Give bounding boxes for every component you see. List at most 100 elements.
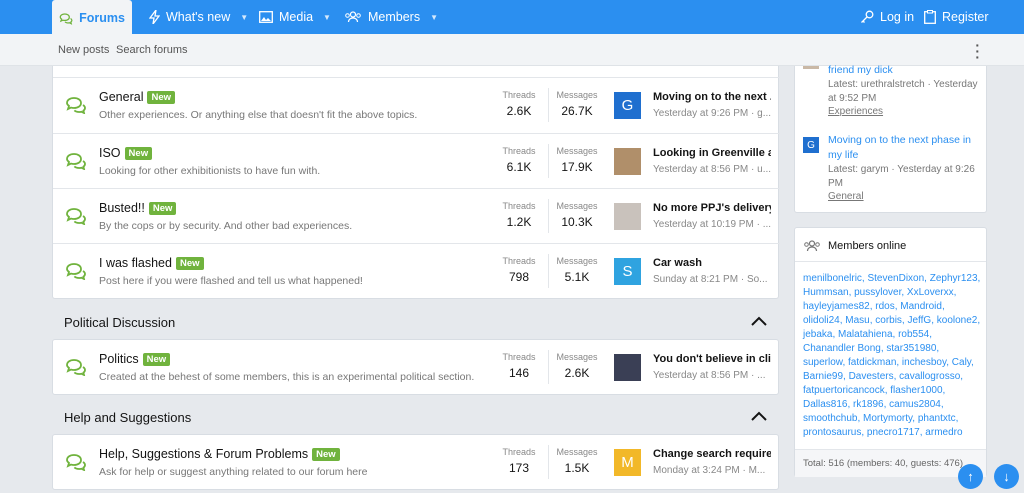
last-post-title-link[interactable]: Change search require...: [653, 448, 771, 460]
last-poster-avatar[interactable]: G: [614, 92, 641, 119]
forums-bubble-icon: [59, 12, 73, 25]
forum-row[interactable]: General New Other experiences. Or anything…: [53, 78, 780, 133]
forum-description: Created at the behest of some members, t…: [99, 371, 475, 383]
threads-stat: Threads 2.6K: [489, 90, 549, 118]
messages-count: 26.7K: [561, 104, 593, 118]
more-options-icon[interactable]: · · ·: [975, 38, 980, 64]
scroll-up-button[interactable]: ↑: [958, 464, 983, 489]
messages-count: 17.9K: [561, 160, 593, 174]
nav-tab-members[interactable]: Members ▼: [337, 0, 445, 34]
forum-title-link[interactable]: General: [99, 90, 143, 104]
forum-list-panel: General New Other experiences. Or anything…: [52, 66, 780, 299]
chevron-up-icon[interactable]: [751, 411, 767, 421]
chevron-up-icon[interactable]: [751, 316, 767, 326]
forum-list-panel-help: Help, Suggestions & Forum Problems New Ask…: [52, 434, 779, 490]
new-badge: New: [142, 352, 171, 366]
new-badge: New: [175, 256, 204, 270]
sidebar-members-online: Members online menilbonelric, StevenDixo…: [794, 227, 987, 477]
messages-label: Messages: [556, 146, 598, 156]
threads-count: 2.6K: [506, 104, 532, 118]
sub-navigation-bar: New posts Search forums · · ·: [0, 34, 1024, 66]
arrow-up-icon: ↑: [967, 469, 974, 484]
threads-count: 1.2K: [506, 215, 532, 229]
forum-bubble-icon: [66, 359, 86, 376]
nav-tab-forums[interactable]: Forums: [52, 0, 132, 36]
threads-label: Threads: [502, 447, 536, 457]
forum-row[interactable]: Help, Suggestions & Forum Problems New Ask…: [53, 435, 780, 490]
messages-stat: Messages 17.9K: [547, 146, 607, 174]
forum-bubble-icon: [66, 153, 86, 170]
messages-stat: Messages 26.7K: [547, 90, 607, 118]
nav-tab-whats-new[interactable]: What's new ▼: [142, 0, 255, 34]
forum-description: Other experiences. Or anything else that…: [99, 109, 418, 121]
threads-label: Threads: [502, 201, 536, 211]
last-post-meta[interactable]: Yesterday at 8:56 PM · ...: [653, 370, 771, 381]
divider: [795, 261, 986, 262]
threads-count: 798: [508, 270, 530, 284]
last-poster-avatar[interactable]: [614, 148, 641, 175]
panel-top-edge: [53, 66, 780, 78]
new-posts-link[interactable]: New posts: [58, 44, 109, 56]
last-post-meta[interactable]: Sunday at 8:21 PM · So...: [653, 274, 771, 285]
nav-members-label: Members: [368, 10, 421, 24]
latest-thread-link[interactable]: Moving on to the next phase in my life: [828, 133, 983, 163]
forum-bubble-icon: [66, 454, 86, 471]
forum-row[interactable]: ISO New Looking for other exhibitionists t…: [53, 133, 780, 188]
messages-label: Messages: [556, 352, 598, 362]
last-post-title-link[interactable]: No more PPJ's delivery ...: [653, 202, 771, 214]
threads-stat: Threads 798: [489, 256, 549, 284]
messages-label: Messages: [556, 256, 598, 266]
last-post-meta[interactable]: Yesterday at 8:56 PM · u...: [653, 164, 771, 175]
category-header-help[interactable]: Help and Suggestions: [52, 400, 779, 434]
register-label: Register: [942, 10, 989, 24]
clipboard-icon: [924, 10, 936, 24]
last-poster-avatar[interactable]: [614, 354, 641, 381]
online-members-list[interactable]: menilbonelric, StevenDixon, Zephyr123, H…: [803, 272, 983, 440]
login-link[interactable]: Log in: [853, 0, 921, 34]
lightning-bolt-icon: [149, 10, 160, 24]
forum-title-link[interactable]: Politics: [99, 352, 139, 366]
messages-label: Messages: [556, 90, 598, 100]
forum-title-link[interactable]: I was flashed: [99, 256, 172, 270]
chevron-down-icon: ▼: [240, 12, 249, 22]
last-post-title-link[interactable]: You don't believe in cli...: [653, 353, 771, 365]
forum-title-link[interactable]: Help, Suggestions & Forum Problems: [99, 447, 308, 461]
last-post-meta[interactable]: Yesterday at 10:19 PM · ...: [653, 219, 771, 230]
nav-media-label: Media: [279, 10, 314, 24]
new-badge: New: [312, 447, 340, 461]
latest-thread-forum-link[interactable]: Experiences: [828, 106, 883, 117]
chevron-down-icon: ▼: [430, 12, 439, 22]
messages-stat: Messages 1.5K: [547, 447, 607, 475]
category-header-political[interactable]: Political Discussion: [52, 305, 779, 339]
latest-thread-forum-link[interactable]: General: [828, 191, 864, 202]
last-post-meta[interactable]: Yesterday at 9:26 PM · g...: [653, 108, 771, 119]
forum-bubble-icon: [66, 97, 86, 114]
nav-tab-media[interactable]: Media ▼: [252, 0, 338, 34]
forum-title-link[interactable]: Busted!!: [99, 201, 145, 215]
last-post-meta[interactable]: Monday at 3:24 PM · M...: [653, 465, 771, 476]
messages-label: Messages: [556, 201, 598, 211]
threads-stat: Threads 1.2K: [489, 201, 549, 229]
threads-count: 6.1K: [506, 160, 532, 174]
scroll-down-button[interactable]: ↓: [994, 464, 1019, 489]
forum-title-link[interactable]: ISO: [99, 146, 121, 160]
last-poster-avatar[interactable]: M: [614, 449, 641, 476]
messages-label: Messages: [556, 447, 598, 457]
forum-row[interactable]: I was flashed New Post here if you were fl…: [53, 243, 780, 298]
user-avatar[interactable]: G: [803, 137, 819, 153]
forum-row[interactable]: Politics New Created at the behest of some…: [53, 340, 780, 395]
register-link[interactable]: Register: [917, 0, 996, 34]
threads-label: Threads: [502, 256, 536, 266]
latest-thread-link[interactable]: friend my dick: [828, 64, 983, 76]
forum-row[interactable]: Busted!! New By the cops or by security. A…: [53, 188, 780, 243]
user-avatar: [803, 66, 819, 69]
search-forums-link[interactable]: Search forums: [116, 44, 188, 56]
last-post-title-link[interactable]: Looking in Greenville a...: [653, 147, 771, 159]
nav-forums-label: Forums: [79, 11, 125, 25]
last-poster-avatar[interactable]: S: [614, 258, 641, 285]
last-post-title-link[interactable]: Car wash: [653, 257, 771, 269]
last-poster-avatar[interactable]: [614, 203, 641, 230]
messages-count: 2.6K: [564, 366, 590, 380]
threads-stat: Threads 173: [489, 447, 549, 475]
last-post-title-link[interactable]: Moving on to the next ...: [653, 91, 771, 103]
